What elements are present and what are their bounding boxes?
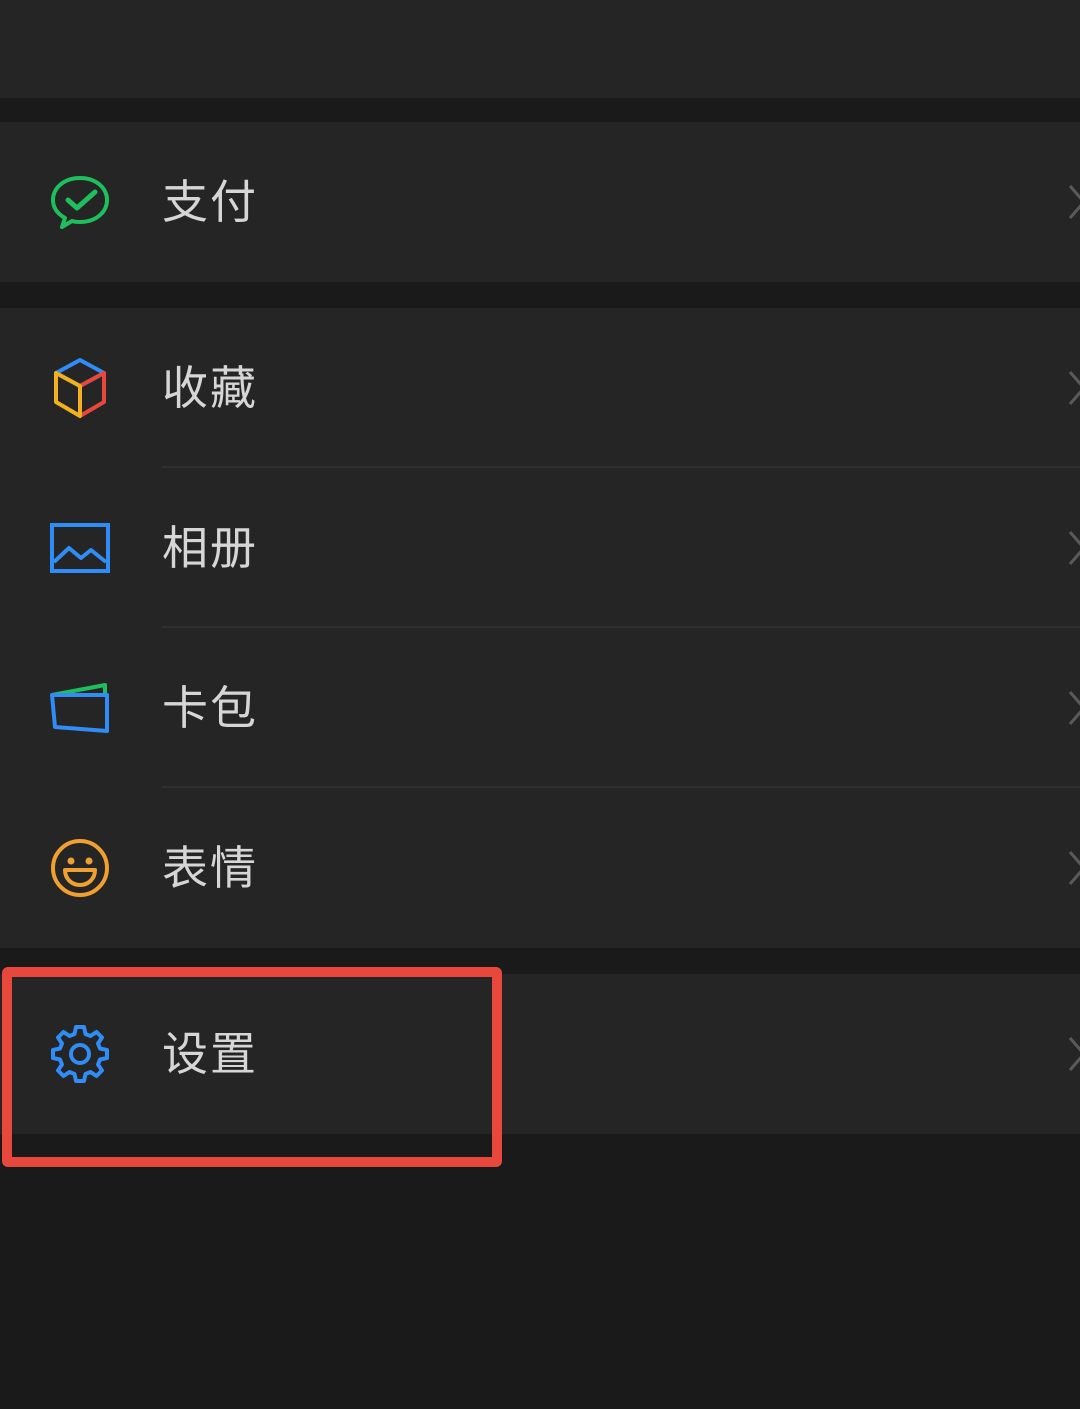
chevron-right-icon: [1068, 371, 1080, 405]
settings-group: 设置: [0, 974, 1080, 1134]
menu-label-settings: 设置: [162, 1027, 258, 1081]
menu-label-favorites: 收藏: [162, 361, 258, 415]
menu-item-pay[interactable]: 支付: [0, 122, 1080, 282]
chevron-right-icon: [1068, 1037, 1080, 1071]
top-blank-area: [0, 0, 1080, 98]
menu-label-stickers: 表情: [162, 841, 258, 895]
gear-icon: [46, 1020, 114, 1088]
wechat-pay-icon: [46, 168, 114, 236]
chevron-right-icon: [1068, 531, 1080, 565]
cube-icon: [46, 354, 114, 422]
menu-item-album[interactable]: 相册: [0, 468, 1080, 628]
menu-label-cards: 卡包: [162, 681, 258, 735]
services-group: 收藏 相册 卡包 表情: [0, 308, 1080, 948]
chevron-right-icon: [1068, 851, 1080, 885]
menu-item-stickers[interactable]: 表情: [0, 788, 1080, 948]
chevron-right-icon: [1068, 185, 1080, 219]
pay-group: 支付: [0, 122, 1080, 282]
menu-label-album: 相册: [162, 521, 258, 575]
wallet-icon: [46, 674, 114, 742]
menu-label-pay: 支付: [162, 175, 258, 229]
menu-item-favorites[interactable]: 收藏: [0, 308, 1080, 468]
chevron-right-icon: [1068, 691, 1080, 725]
menu-item-cards[interactable]: 卡包: [0, 628, 1080, 788]
picture-icon: [46, 514, 114, 582]
smiley-icon: [46, 834, 114, 902]
menu-item-settings[interactable]: 设置: [0, 974, 1080, 1134]
